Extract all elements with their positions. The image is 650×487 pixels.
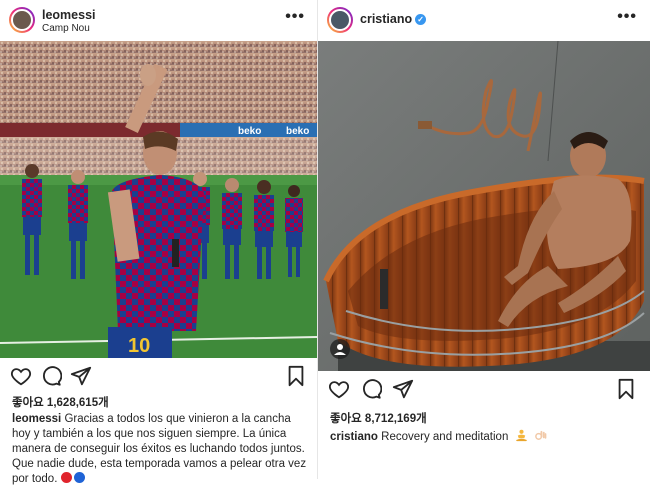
share-icon[interactable]	[392, 378, 414, 400]
share-icon[interactable]	[70, 365, 92, 387]
likes-count[interactable]: 좋아요 8,712,169개	[330, 410, 427, 426]
more-options-icon[interactable]: •••	[285, 8, 305, 26]
blue-circle-emoji	[73, 472, 85, 483]
caption: leomessi Gracias a todos los que viniero…	[12, 412, 308, 487]
banner-text: beko	[238, 126, 261, 137]
caption-username[interactable]: cristiano	[330, 431, 378, 443]
caption: cristiano Recovery and meditation	[330, 429, 640, 445]
avatar[interactable]	[327, 7, 353, 33]
post-leomessi: leomessi Camp Nou ••• beko beko 10 좋아요 1…	[0, 0, 317, 485]
post-photo[interactable]: beko beko 10	[0, 41, 317, 358]
heart-icon[interactable]	[328, 378, 350, 400]
caption-username[interactable]: leomessi	[12, 413, 61, 425]
post-header: cristiano ✓ •••	[318, 0, 650, 40]
jersey-number: 10	[128, 335, 150, 357]
banner-text: beko	[286, 126, 309, 137]
caption-text: Recovery and meditation	[381, 431, 509, 443]
ok-hand-emoji	[534, 429, 547, 442]
post-photo[interactable]	[318, 41, 650, 371]
username[interactable]: cristiano ✓	[360, 12, 427, 26]
post-header: leomessi Camp Nou •••	[0, 0, 317, 40]
comment-icon[interactable]	[360, 378, 382, 400]
person-in-lotus-position-emoji	[515, 429, 528, 442]
more-options-icon[interactable]: •••	[617, 8, 637, 26]
action-bar	[318, 378, 650, 402]
heart-icon[interactable]	[10, 365, 32, 387]
likes-count[interactable]: 좋아요 1,628,615개	[12, 394, 109, 410]
action-bar	[0, 365, 317, 389]
post-cristiano: cristiano ✓ ••• 좋아요 8,712,169개 cristiano…	[317, 0, 650, 479]
user-tag-icon[interactable]	[330, 339, 350, 359]
username[interactable]: leomessi	[42, 8, 96, 22]
location[interactable]: Camp Nou	[42, 23, 90, 34]
bookmark-icon[interactable]	[285, 365, 307, 387]
bookmark-icon[interactable]	[615, 378, 637, 400]
red-circle-emoji	[60, 472, 72, 483]
comment-icon[interactable]	[40, 365, 62, 387]
avatar[interactable]	[9, 7, 35, 33]
verified-badge-icon: ✓	[415, 14, 427, 25]
